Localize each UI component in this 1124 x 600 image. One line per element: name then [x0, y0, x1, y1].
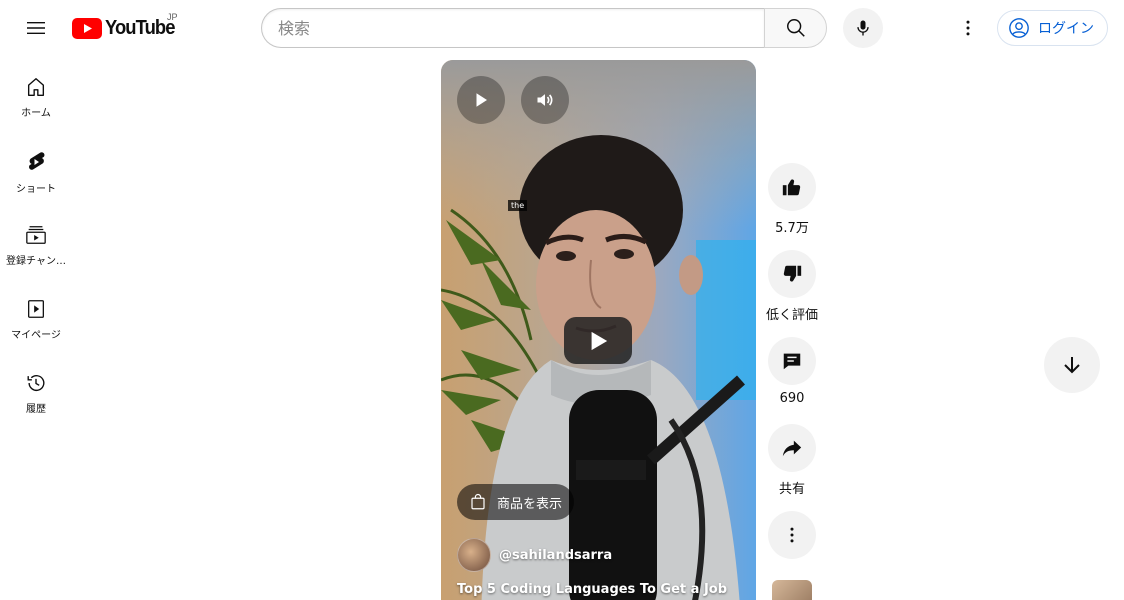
sidebar-item-label: ショート: [16, 184, 56, 195]
home-icon: [27, 78, 45, 96]
logo-text: YouTube: [105, 16, 175, 39]
share-icon: [782, 440, 802, 457]
search-bar: [261, 8, 827, 48]
search-icon: [786, 19, 805, 37]
comment-icon: [783, 353, 801, 370]
view-products-button[interactable]: 商品を表示: [457, 484, 575, 520]
share-button[interactable]: [768, 424, 816, 472]
more-vertical-icon: [790, 527, 794, 543]
shorts-icon: [29, 152, 45, 170]
sidebar-item-library[interactable]: マイページ: [0, 278, 72, 352]
sidebar-item-label: 履歴: [26, 404, 46, 415]
voice-search-button[interactable]: [843, 8, 883, 48]
play-icon: [476, 93, 487, 107]
sidebar-item-shorts[interactable]: ショート: [0, 130, 72, 204]
dislike-button[interactable]: [768, 250, 816, 298]
sidebar-item-label: マイページ: [11, 330, 61, 341]
microphone-icon: [857, 20, 869, 36]
dislike-action: 低く評価: [766, 250, 819, 337]
history-icon: [27, 375, 45, 392]
sidebar-item-subscriptions[interactable]: 登録チャン…: [0, 204, 72, 278]
search-input[interactable]: [261, 8, 764, 48]
sidebar-item-history[interactable]: 履歴: [0, 352, 72, 426]
like-action: 5.7万: [767, 163, 817, 250]
video-title[interactable]: Top 5 Coding Languages To Get a Job: [457, 582, 727, 597]
logo-region: JP: [167, 12, 178, 22]
dislike-label: 低く評価: [766, 308, 819, 323]
comment-action: 690: [767, 337, 817, 424]
caption-text: the: [508, 200, 528, 211]
more-vertical-icon: [966, 20, 970, 36]
share-action: 共有: [767, 424, 817, 511]
channel-avatar[interactable]: [457, 538, 491, 572]
login-label: ログイン: [1038, 21, 1094, 37]
channel-name[interactable]: @sahilandsarra: [499, 548, 612, 563]
comments-button[interactable]: [768, 337, 816, 385]
action-bar: 5.7万 低く評価 690 共有: [766, 163, 819, 598]
like-count: 5.7万: [775, 221, 809, 236]
settings-more-button[interactable]: [948, 8, 988, 48]
menu-button[interactable]: [16, 8, 56, 48]
mute-button[interactable]: [521, 76, 569, 124]
center-play-button[interactable]: [564, 317, 632, 364]
volume-icon: [537, 94, 553, 106]
sidebar: ホーム ショート 登録チャン… マイページ 履歴: [0, 56, 72, 426]
arrow-down-icon: [1064, 357, 1080, 374]
sidebar-item-label: ホーム: [21, 108, 51, 119]
account-icon: [1009, 18, 1029, 38]
subscriptions-icon: [26, 226, 46, 244]
comment-count: 690: [779, 391, 805, 406]
shopping-bag-icon: [471, 493, 485, 510]
search-button[interactable]: [764, 8, 827, 48]
more-actions-button[interactable]: [768, 511, 816, 559]
audio-source-thumbnail[interactable]: [772, 580, 812, 600]
share-label: 共有: [778, 482, 805, 497]
thumbs-up-icon: [782, 179, 801, 196]
play-button[interactable]: [457, 76, 505, 124]
youtube-logo[interactable]: YouTube: [72, 16, 181, 40]
login-button[interactable]: ログイン: [997, 10, 1108, 46]
youtube-play-logo-icon: [72, 17, 102, 39]
masthead: YouTube JP ログイン: [0, 0, 1124, 56]
thumbs-down-icon: [783, 265, 802, 282]
next-video-button[interactable]: [1044, 337, 1100, 393]
sidebar-item-label: 登録チャン…: [6, 256, 66, 267]
hamburger-icon: [27, 22, 45, 34]
sidebar-item-home[interactable]: ホーム: [0, 56, 72, 130]
shorts-video-player[interactable]: the 商品を表示 @sahilandsarra Top 5 Coding La…: [441, 60, 756, 600]
channel-info: @sahilandsarra: [457, 538, 612, 572]
play-icon: [591, 331, 608, 350]
like-button[interactable]: [768, 163, 816, 211]
library-icon: [28, 300, 44, 318]
view-products-label: 商品を表示: [497, 496, 563, 512]
